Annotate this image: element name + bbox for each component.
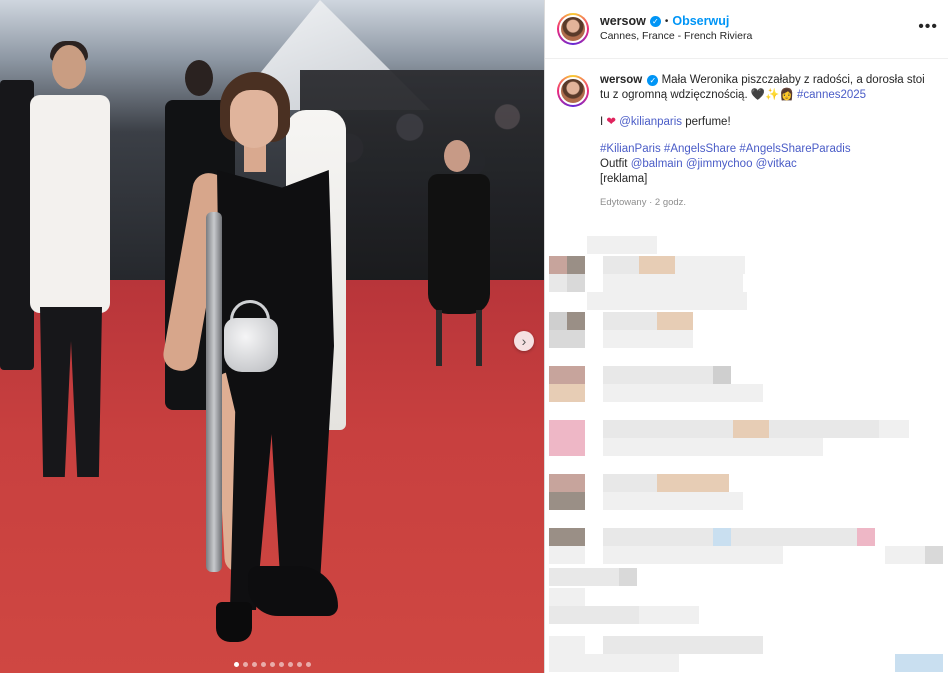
outfit-line: Outfit @balmain @jimmychoo @vitkac xyxy=(600,157,936,172)
carousel-next-button[interactable]: › xyxy=(514,331,534,351)
carousel-dot[interactable] xyxy=(251,662,257,667)
header-username[interactable]: wersow xyxy=(600,14,646,29)
verified-badge-icon: ✓ xyxy=(649,16,661,27)
heart-icon: ❤ xyxy=(606,116,617,128)
edited-timestamp: Edytowany · 2 godz. xyxy=(600,197,687,208)
caption-prefix: I xyxy=(600,116,604,128)
carousel-dot[interactable] xyxy=(233,662,239,667)
post-sidebar: wersow ✓ • Obserwuj Cannes, France - Fre… xyxy=(544,0,948,673)
caption-suffix: perfume! xyxy=(685,116,731,128)
carousel-indicator xyxy=(0,662,544,667)
instagram-post: › wersow ✓ • Obserwuj Cannes, France - F… xyxy=(0,0,948,673)
hashtags-line[interactable]: #KilianParis #AngelsShare #AngelsSharePa… xyxy=(600,142,936,157)
mention-link[interactable]: @kilianparis xyxy=(619,116,682,128)
header-separator: • xyxy=(664,16,669,27)
carousel-dot[interactable] xyxy=(287,662,293,667)
caption-username[interactable]: wersow xyxy=(600,74,642,86)
outfit-label: Outfit xyxy=(600,158,628,170)
woman-in-background xyxy=(410,140,500,370)
avatar[interactable] xyxy=(557,13,589,45)
chevron-right-icon: › xyxy=(521,333,527,349)
carousel-dot[interactable] xyxy=(269,662,275,667)
follow-button[interactable]: Obserwuj xyxy=(672,14,729,29)
post-header: wersow ✓ • Obserwuj Cannes, France - Fre… xyxy=(545,0,948,59)
hashtag-link[interactable]: #cannes2025 xyxy=(797,89,866,101)
carousel-dot[interactable] xyxy=(296,662,302,667)
man-in-white-jacket xyxy=(22,41,112,477)
caption-perfume-line: I ❤ @kilianparis perfume! xyxy=(600,115,936,130)
caption-avatar[interactable] xyxy=(557,75,589,107)
post-caption: wersow ✓ Mała Weronika piszczałaby z rad… xyxy=(545,59,948,210)
woman-in-black-gown xyxy=(160,72,348,652)
post-photo[interactable]: › xyxy=(0,0,544,673)
location-link[interactable]: Cannes, France - French Riviera xyxy=(600,29,752,44)
carousel-dot[interactable] xyxy=(242,662,248,667)
ad-label: [reklama] xyxy=(600,173,648,185)
more-options-icon[interactable]: ••• xyxy=(918,18,938,36)
outfit-mentions[interactable]: @balmain @jimmychoo @vitkac xyxy=(631,158,797,170)
blurred-comments xyxy=(545,232,948,673)
carousel-dot[interactable] xyxy=(305,662,311,667)
silver-handbag xyxy=(224,318,278,372)
verified-badge-icon: ✓ xyxy=(647,75,659,86)
carousel-dot[interactable] xyxy=(260,662,266,667)
carousel-dot[interactable] xyxy=(278,662,284,667)
